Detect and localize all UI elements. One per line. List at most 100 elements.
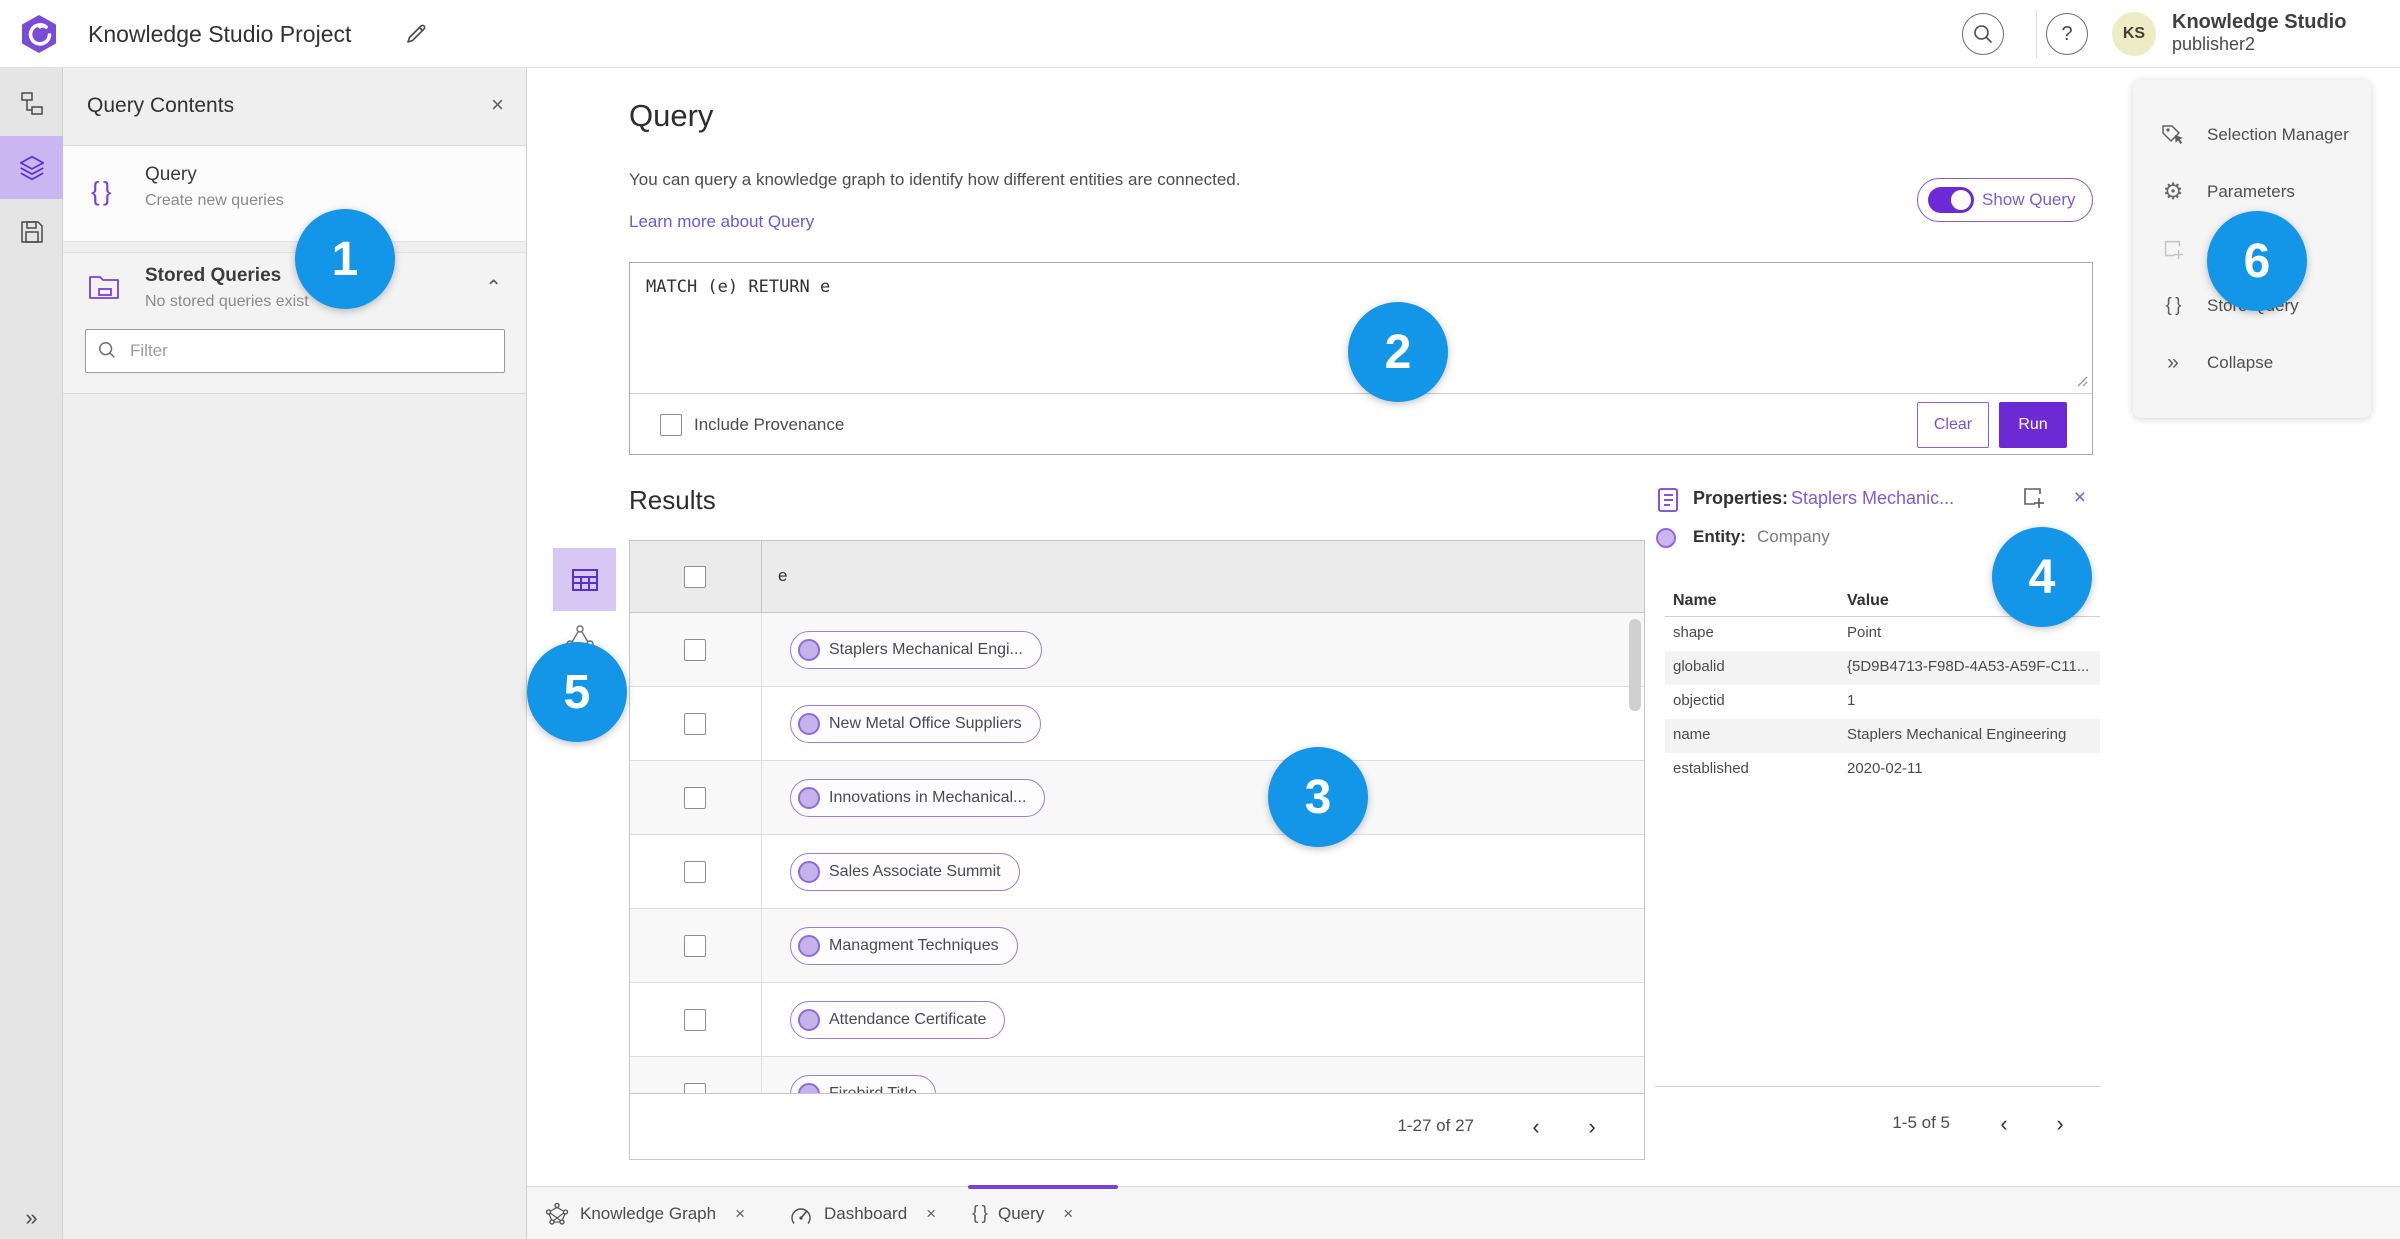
search-button[interactable] bbox=[1962, 13, 2004, 55]
entity-dot-icon bbox=[798, 1009, 820, 1031]
property-row: objectid 1 bbox=[1673, 692, 1856, 709]
query-item-title: Query bbox=[145, 164, 197, 185]
entity-chip[interactable]: Innovations in Mechanical... bbox=[790, 779, 1046, 817]
expand-rail-button[interactable]: » bbox=[0, 1205, 63, 1231]
project-title: Knowledge Studio Project bbox=[88, 21, 352, 47]
gear-icon: ⚙ bbox=[2162, 178, 2184, 204]
properties-next-page-button[interactable]: › bbox=[2044, 1108, 2076, 1140]
close-panel-icon[interactable]: × bbox=[491, 92, 504, 118]
results-scrollbar[interactable] bbox=[1629, 619, 1641, 711]
help-icon: ? bbox=[2061, 22, 2073, 45]
run-button[interactable]: Run bbox=[1999, 402, 2067, 448]
add-to-selection-icon[interactable] bbox=[2020, 484, 2046, 515]
stored-queries-subtitle: No stored queries exist bbox=[145, 293, 309, 310]
filter-search-icon bbox=[97, 340, 117, 365]
user-role: publisher2 bbox=[2172, 34, 2256, 54]
results-next-page-button[interactable]: › bbox=[1576, 1111, 1608, 1143]
selection-manager-icon bbox=[2159, 122, 2187, 148]
table-row: Innovations in Mechanical... bbox=[630, 761, 1644, 835]
add-rect-plus-icon bbox=[2159, 237, 2187, 261]
select-all-checkbox[interactable] bbox=[684, 566, 706, 588]
sidebar-item-query[interactable]: { } Query Create new queries bbox=[63, 146, 526, 242]
entity-chip[interactable]: Firebird Title bbox=[790, 1075, 937, 1093]
layers-icon bbox=[19, 155, 44, 180]
toggle-switch-on bbox=[1928, 187, 1974, 213]
user-avatar[interactable]: KS bbox=[2112, 12, 2156, 56]
data-model-rail-button[interactable] bbox=[0, 72, 63, 135]
query-contents-header: Query Contents × bbox=[63, 68, 526, 146]
resize-handle[interactable] bbox=[2074, 373, 2088, 392]
tab-dashboard[interactable]: Dashboard × bbox=[789, 1187, 936, 1239]
layers-rail-button[interactable] bbox=[0, 136, 63, 199]
table-row: Staplers Mechanical Engi... bbox=[630, 613, 1644, 687]
results-title: Results bbox=[629, 485, 716, 515]
entity-chip[interactable]: Staplers Mechanical Engi... bbox=[790, 631, 1042, 669]
close-properties-icon[interactable]: × bbox=[2074, 486, 2086, 510]
sidebar-item-stored-queries[interactable]: Stored Queries No stored queries exist ⌃ bbox=[63, 252, 526, 394]
clear-button[interactable]: Clear bbox=[1917, 402, 1989, 448]
entity-chip[interactable]: Attendance Certificate bbox=[790, 1001, 1006, 1039]
row-checkbox[interactable] bbox=[684, 1083, 706, 1093]
close-tab-icon[interactable]: × bbox=[735, 1204, 745, 1224]
menu-item-collapse[interactable]: » Collapse bbox=[2133, 334, 2371, 391]
query-editor-footer: Include Provenance Clear Run bbox=[630, 393, 2092, 455]
org-chart-icon bbox=[20, 91, 43, 115]
table-row: Managment Techniques bbox=[630, 909, 1644, 983]
braces-icon: { } bbox=[91, 176, 112, 206]
close-tab-icon[interactable]: × bbox=[1063, 1204, 1073, 1224]
bottom-tab-bar: Knowledge Graph × Dashboard × { } Query … bbox=[527, 1185, 2400, 1239]
include-provenance-control: Include Provenance bbox=[660, 414, 844, 436]
property-row: globalid {5D9B4713-F98D-4A53-A59F-C11... bbox=[1665, 651, 2100, 685]
filter-input[interactable] bbox=[85, 329, 505, 373]
column-header-e: e bbox=[778, 566, 788, 585]
row-checkbox[interactable] bbox=[684, 861, 706, 883]
show-query-toggle[interactable]: Show Query bbox=[1917, 178, 2093, 222]
property-row: name Staplers Mechanical Engineering bbox=[1665, 719, 2100, 753]
page-title: Query bbox=[629, 98, 714, 133]
knowledge-studio-app: Knowledge Studio Project ? KS Knowledge … bbox=[0, 0, 2400, 1239]
results-table-header: e bbox=[630, 541, 1644, 613]
table-row: Firebird Title bbox=[630, 1057, 1644, 1093]
properties-page-range: 1-5 of 5 bbox=[1892, 1113, 1950, 1132]
user-menu[interactable]: Knowledge Studio publisher2 bbox=[2172, 11, 2346, 55]
properties-header: Properties: Staplers Mechanic... × bbox=[1655, 486, 2100, 516]
row-checkbox[interactable] bbox=[684, 639, 706, 661]
results-page-range: 1-27 of 27 bbox=[1397, 1116, 1474, 1135]
include-provenance-label: Include Provenance bbox=[694, 415, 845, 434]
stored-queries-folder-icon bbox=[87, 271, 121, 308]
close-tab-icon[interactable]: × bbox=[926, 1204, 936, 1224]
avatar-initials: KS bbox=[2122, 25, 2146, 42]
row-checkbox[interactable] bbox=[684, 713, 706, 735]
entity-dot-icon bbox=[798, 787, 820, 809]
row-checkbox[interactable] bbox=[684, 1009, 706, 1031]
entity-chip[interactable]: New Metal Office Suppliers bbox=[790, 705, 1041, 743]
save-rail-button[interactable] bbox=[0, 200, 63, 263]
braces-icon: { } bbox=[2165, 294, 2182, 316]
row-checkbox[interactable] bbox=[684, 935, 706, 957]
menu-item-selection-manager[interactable]: Selection Manager bbox=[2133, 106, 2371, 163]
results-prev-page-button[interactable]: ‹ bbox=[1520, 1111, 1552, 1143]
panel-title: Query Contents bbox=[87, 94, 235, 117]
table-view-button[interactable] bbox=[553, 548, 616, 611]
edit-title-icon[interactable] bbox=[402, 20, 430, 48]
user-name: Knowledge Studio bbox=[2172, 11, 2347, 33]
dashboard-gauge-icon bbox=[791, 1207, 811, 1224]
properties-prev-page-button[interactable]: ‹ bbox=[1988, 1108, 2020, 1140]
tab-query-active[interactable]: { } Query × bbox=[972, 1187, 1073, 1239]
entity-chip[interactable]: Managment Techniques bbox=[790, 927, 1018, 965]
results-pagination: 1-27 of 27 ‹ › bbox=[629, 1094, 1645, 1160]
table-row: New Metal Office Suppliers bbox=[630, 687, 1644, 761]
collapse-section-icon[interactable]: ⌃ bbox=[485, 275, 502, 300]
help-button[interactable]: ? bbox=[2046, 13, 2088, 55]
callout-5: 5 bbox=[527, 642, 627, 742]
include-provenance-checkbox[interactable] bbox=[660, 414, 682, 436]
tab-knowledge-graph[interactable]: Knowledge Graph × bbox=[545, 1187, 745, 1239]
entity-type-dot-icon bbox=[1656, 528, 1676, 548]
app-logo-icon bbox=[18, 13, 60, 55]
row-checkbox[interactable] bbox=[684, 787, 706, 809]
entity-chip[interactable]: Sales Associate Summit bbox=[790, 853, 1020, 891]
table-row: Attendance Certificate bbox=[630, 983, 1644, 1057]
properties-entity-link[interactable]: Staplers Mechanic... bbox=[1791, 488, 1954, 509]
query-item-subtitle: Create new queries bbox=[145, 192, 284, 209]
learn-more-link[interactable]: Learn more about Query bbox=[629, 212, 814, 232]
